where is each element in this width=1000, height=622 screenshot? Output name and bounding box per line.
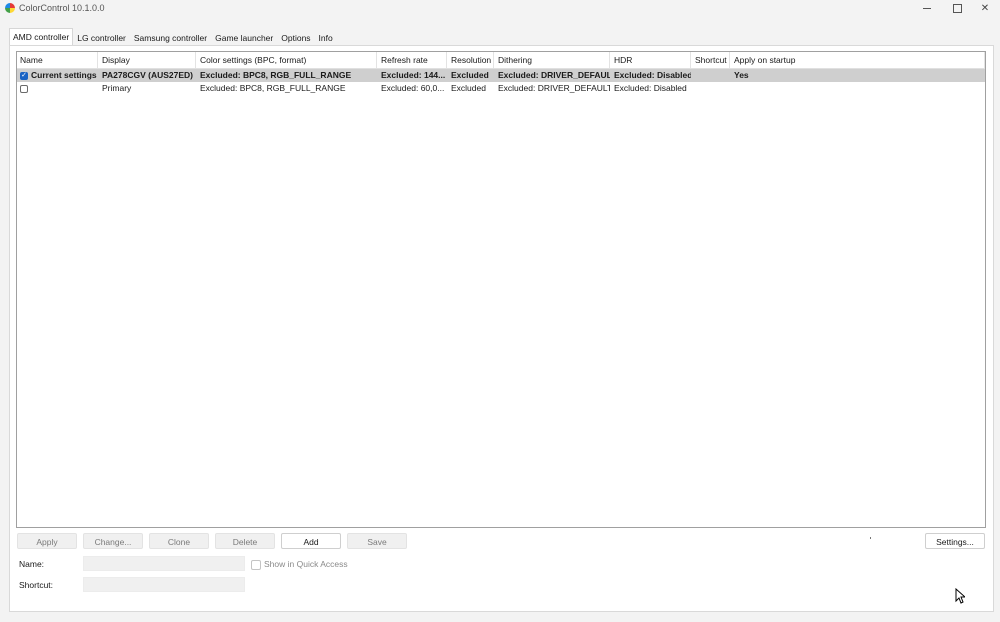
column-header-resolution[interactable]: Resolution	[447, 52, 494, 68]
mouse-cursor-icon	[955, 588, 965, 604]
change-button[interactable]: Change...	[83, 533, 143, 549]
row-name: Current settings	[31, 70, 97, 80]
save-button[interactable]: Save	[347, 533, 407, 549]
row-checkbox[interactable]: ✓	[20, 71, 28, 80]
close-icon: ✕	[980, 3, 990, 14]
amd-controller-panel: Name Display Color settings (BPC, format…	[9, 45, 994, 612]
close-button[interactable]: ✕	[968, 0, 1000, 17]
window-title: ColorControl 10.1.0.0	[19, 3, 105, 13]
column-header-hdr[interactable]: HDR	[610, 52, 691, 68]
add-button[interactable]: Add	[281, 533, 341, 549]
row-apply-on-startup	[730, 82, 985, 95]
table-row[interactable]: ✓ Current settings PA278CGV (AUS27ED) Ex…	[17, 69, 985, 82]
grid-header: Name Display Color settings (BPC, format…	[17, 52, 985, 69]
show-in-quick-access-label[interactable]: Show in Quick Access	[264, 559, 348, 569]
row-apply-on-startup: Yes	[734, 70, 749, 80]
name-label: Name:	[19, 559, 45, 569]
row-refresh-rate: Excluded: 60,0...	[381, 83, 445, 93]
row-hdr: Excluded: Disabled	[614, 83, 687, 93]
apply-button[interactable]: Apply	[17, 533, 77, 549]
column-header-name[interactable]: Name	[17, 52, 98, 68]
column-header-display[interactable]: Display	[98, 52, 196, 68]
clone-button[interactable]: Clone	[149, 533, 209, 549]
tab-amd-controller[interactable]: AMD controller	[9, 28, 74, 46]
row-resolution: Excluded	[451, 83, 486, 93]
app-logo-icon	[5, 3, 15, 13]
table-row[interactable]: Primary Excluded: BPC8, RGB_FULL_RANGE E…	[17, 82, 985, 95]
show-in-quick-access-checkbox[interactable]	[251, 560, 261, 570]
row-refresh-rate: Excluded: 144...	[381, 70, 446, 80]
column-header-color-settings[interactable]: Color settings (BPC, format)	[196, 52, 377, 68]
row-dithering: Excluded: DRIVER_DEFAULT	[498, 83, 610, 93]
row-display: PA278CGV (AUS27ED)	[102, 70, 194, 80]
row-shortcut	[691, 69, 730, 82]
row-color-settings: Excluded: BPC8, RGB_FULL_RANGE	[200, 70, 352, 80]
app-window: ColorControl 10.1.0.0 ✕ AMD controller L…	[0, 0, 1000, 622]
row-hdr: Excluded: Disabled	[614, 70, 691, 80]
name-input[interactable]	[83, 556, 245, 571]
title-bar: ColorControl 10.1.0.0 ✕	[0, 0, 1000, 18]
column-header-dithering[interactable]: Dithering	[494, 52, 610, 68]
column-header-shortcut[interactable]: Shortcut	[691, 52, 730, 68]
separator-mark	[870, 537, 871, 539]
shortcut-input[interactable]	[83, 577, 245, 592]
column-header-refresh-rate[interactable]: Refresh rate	[377, 52, 447, 68]
minimize-icon	[923, 8, 931, 9]
delete-button[interactable]: Delete	[215, 533, 275, 549]
row-shortcut	[691, 82, 730, 95]
row-display: Primary	[102, 83, 132, 93]
column-header-apply-on-startup[interactable]: Apply on startup	[730, 52, 985, 68]
row-checkbox[interactable]	[20, 84, 28, 93]
presets-grid[interactable]: Name Display Color settings (BPC, format…	[16, 51, 986, 528]
minimize-button[interactable]	[910, 0, 944, 17]
row-color-settings: Excluded: BPC8, RGB_FULL_RANGE	[200, 83, 346, 93]
shortcut-label: Shortcut:	[19, 580, 54, 590]
settings-button[interactable]: Settings...	[925, 533, 985, 549]
row-dithering: Excluded: DRIVER_DEFAULT	[498, 70, 610, 80]
row-resolution: Excluded	[451, 70, 489, 80]
maximize-icon	[952, 4, 962, 13]
tab-strip: AMD controller LG controller Samsung con…	[9, 28, 337, 46]
